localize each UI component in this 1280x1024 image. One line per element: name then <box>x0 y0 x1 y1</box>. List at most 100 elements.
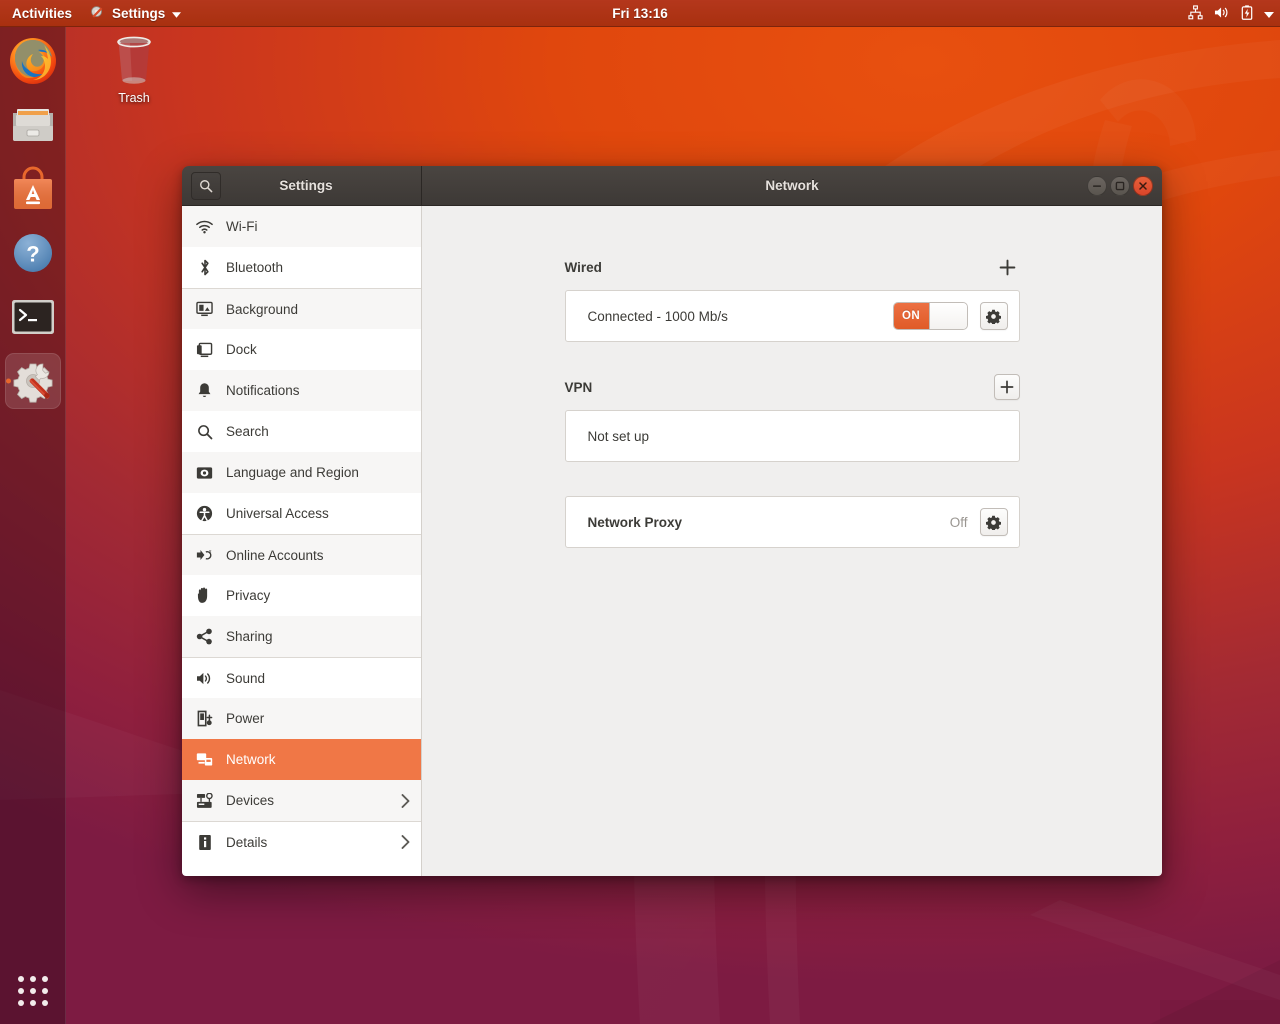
network-proxy-section: Network Proxy Off <box>564 496 1020 548</box>
help-icon: ? <box>14 234 52 272</box>
sidebar-item-label: Universal Access <box>226 506 329 521</box>
trash-label: Trash <box>118 91 150 105</box>
sidebar-item-search[interactable]: Search <box>182 411 421 452</box>
vpn-card: Not set up <box>564 410 1020 462</box>
sidebar-item-privacy[interactable]: Privacy <box>182 575 421 616</box>
minimize-icon <box>1093 184 1101 187</box>
sidebar-item-network[interactable]: Network <box>182 739 421 780</box>
sidebar-item-bluetooth[interactable]: Bluetooth <box>182 247 421 288</box>
sidebar-item-notifications[interactable]: Notifications <box>182 370 421 411</box>
app-menu-button[interactable]: Settings <box>81 0 190 27</box>
sidebar-item-label: Notifications <box>226 383 300 398</box>
sidebar-item-universal-access[interactable]: Universal Access <box>182 493 421 534</box>
sidebar-item-label: Search <box>226 424 269 439</box>
svg-text:s: s <box>209 549 212 555</box>
trash-icon <box>117 36 151 84</box>
sidebar-item-language-and-region[interactable]: Language and Region <box>182 452 421 493</box>
activities-label: Activities <box>12 6 73 21</box>
sidebar-item-devices[interactable]: Devices <box>182 780 421 821</box>
files-icon <box>13 109 53 141</box>
battery-charging-icon <box>1241 4 1253 23</box>
wired-title: Wired <box>564 259 602 275</box>
search-icon <box>196 423 213 440</box>
search-button[interactable] <box>191 171 221 200</box>
details-info-icon <box>196 834 213 851</box>
dock-item-files[interactable] <box>5 97 61 153</box>
network-wired-icon <box>1188 4 1203 23</box>
dock-item-firefox[interactable] <box>5 33 61 89</box>
add-vpn-button[interactable] <box>993 374 1020 400</box>
sidebar-item-label: Details <box>226 834 268 850</box>
add-wired-button[interactable] <box>996 255 1020 279</box>
ubuntu-software-icon <box>14 166 52 209</box>
network-proxy-state: Off <box>949 514 968 530</box>
sidebar-item-background[interactable]: Background <box>182 288 421 329</box>
close-icon <box>1139 181 1147 190</box>
minimize-button[interactable] <box>1087 175 1107 196</box>
clock-label: Fri 13:16 <box>612 6 668 21</box>
network-proxy-card: Network Proxy Off <box>564 496 1020 548</box>
app-menu-label: Settings <box>112 6 166 21</box>
show-applications-button[interactable] <box>5 963 61 1019</box>
window-controls <box>1087 175 1153 196</box>
settings-app-icon <box>90 5 105 23</box>
close-button[interactable] <box>1133 175 1153 196</box>
dock-item-terminal[interactable] <box>5 289 61 345</box>
sidebar-item-online-accounts[interactable]: s Online Accounts <box>182 534 421 575</box>
power-icon <box>196 710 213 727</box>
sidebar-item-label: Bluetooth <box>226 260 284 275</box>
sidebar-item-dock[interactable]: Dock <box>182 329 421 370</box>
plus-icon <box>999 259 1016 275</box>
maximize-icon <box>1115 181 1125 190</box>
devices-icon <box>196 792 213 809</box>
dock-item-software[interactable] <box>5 161 61 217</box>
online-accounts-icon: s <box>196 547 213 564</box>
chevron-down-icon[interactable] <box>1264 6 1274 21</box>
sound-icon <box>196 670 213 687</box>
sidebar-item-power[interactable]: Power <box>182 698 421 739</box>
sidebar-item-label: Language and Region <box>226 465 359 480</box>
sidebar-item-sharing[interactable]: Sharing <box>182 616 421 657</box>
clock[interactable]: Fri 13:16 <box>612 0 668 27</box>
system-status-area[interactable] <box>1188 0 1274 27</box>
wired-toggle-label: ON <box>893 303 929 329</box>
sidebar-item-sound[interactable]: Sound <box>182 657 421 698</box>
vpn-status-row: Not set up <box>566 411 1019 461</box>
gear-icon <box>986 309 1001 324</box>
sidebar-item-label: Wi-Fi <box>226 219 258 234</box>
chevron-down-icon <box>172 6 182 21</box>
network-panel: Wired Connected - 1000 Mb/s ON VPN Not s… <box>422 206 1162 876</box>
bell-icon <box>196 382 213 399</box>
running-indicator <box>6 378 11 384</box>
network-icon <box>196 751 213 768</box>
plus-icon <box>1000 380 1013 394</box>
sidebar-item-label: Power <box>226 711 265 726</box>
activities-button[interactable]: Activities <box>0 0 81 27</box>
sidebar-item-label: Background <box>226 301 299 317</box>
wifi-icon <box>196 218 213 235</box>
apps-grid-icon <box>18 976 48 1006</box>
network-proxy-settings-button[interactable] <box>979 508 1008 536</box>
sidebar-item-details[interactable]: Details <box>182 821 421 862</box>
firefox-icon <box>10 38 56 84</box>
settings-sidebar: Wi-Fi Bluetooth Background Dock Notifica… <box>182 206 422 876</box>
wired-settings-button[interactable] <box>979 302 1008 330</box>
dock-icon <box>196 341 213 358</box>
network-proxy-row: Network Proxy Off <box>566 497 1019 547</box>
dock: ? <box>0 27 66 1024</box>
window-body: Wi-Fi Bluetooth Background Dock Notifica… <box>182 206 1162 876</box>
sidebar-title: Settings <box>279 178 333 193</box>
wired-toggle-knob <box>928 303 967 329</box>
desktop-icon-trash[interactable]: Trash <box>96 34 172 105</box>
maximize-button[interactable] <box>1110 175 1130 196</box>
sharing-icon <box>196 628 213 645</box>
window-title: Network <box>765 178 819 193</box>
dock-item-settings[interactable] <box>5 353 61 409</box>
dock-item-help[interactable]: ? <box>5 225 61 281</box>
sidebar-item-wi-fi[interactable]: Wi-Fi <box>182 206 421 247</box>
sidebar-item-label: Online Accounts <box>226 547 324 563</box>
chevron-right-icon <box>401 793 410 808</box>
wired-toggle[interactable]: ON <box>892 302 968 330</box>
wired-section: Wired Connected - 1000 Mb/s ON <box>564 254 1020 342</box>
top-bar: Activities Settings Fri 13:16 <box>0 0 1280 27</box>
